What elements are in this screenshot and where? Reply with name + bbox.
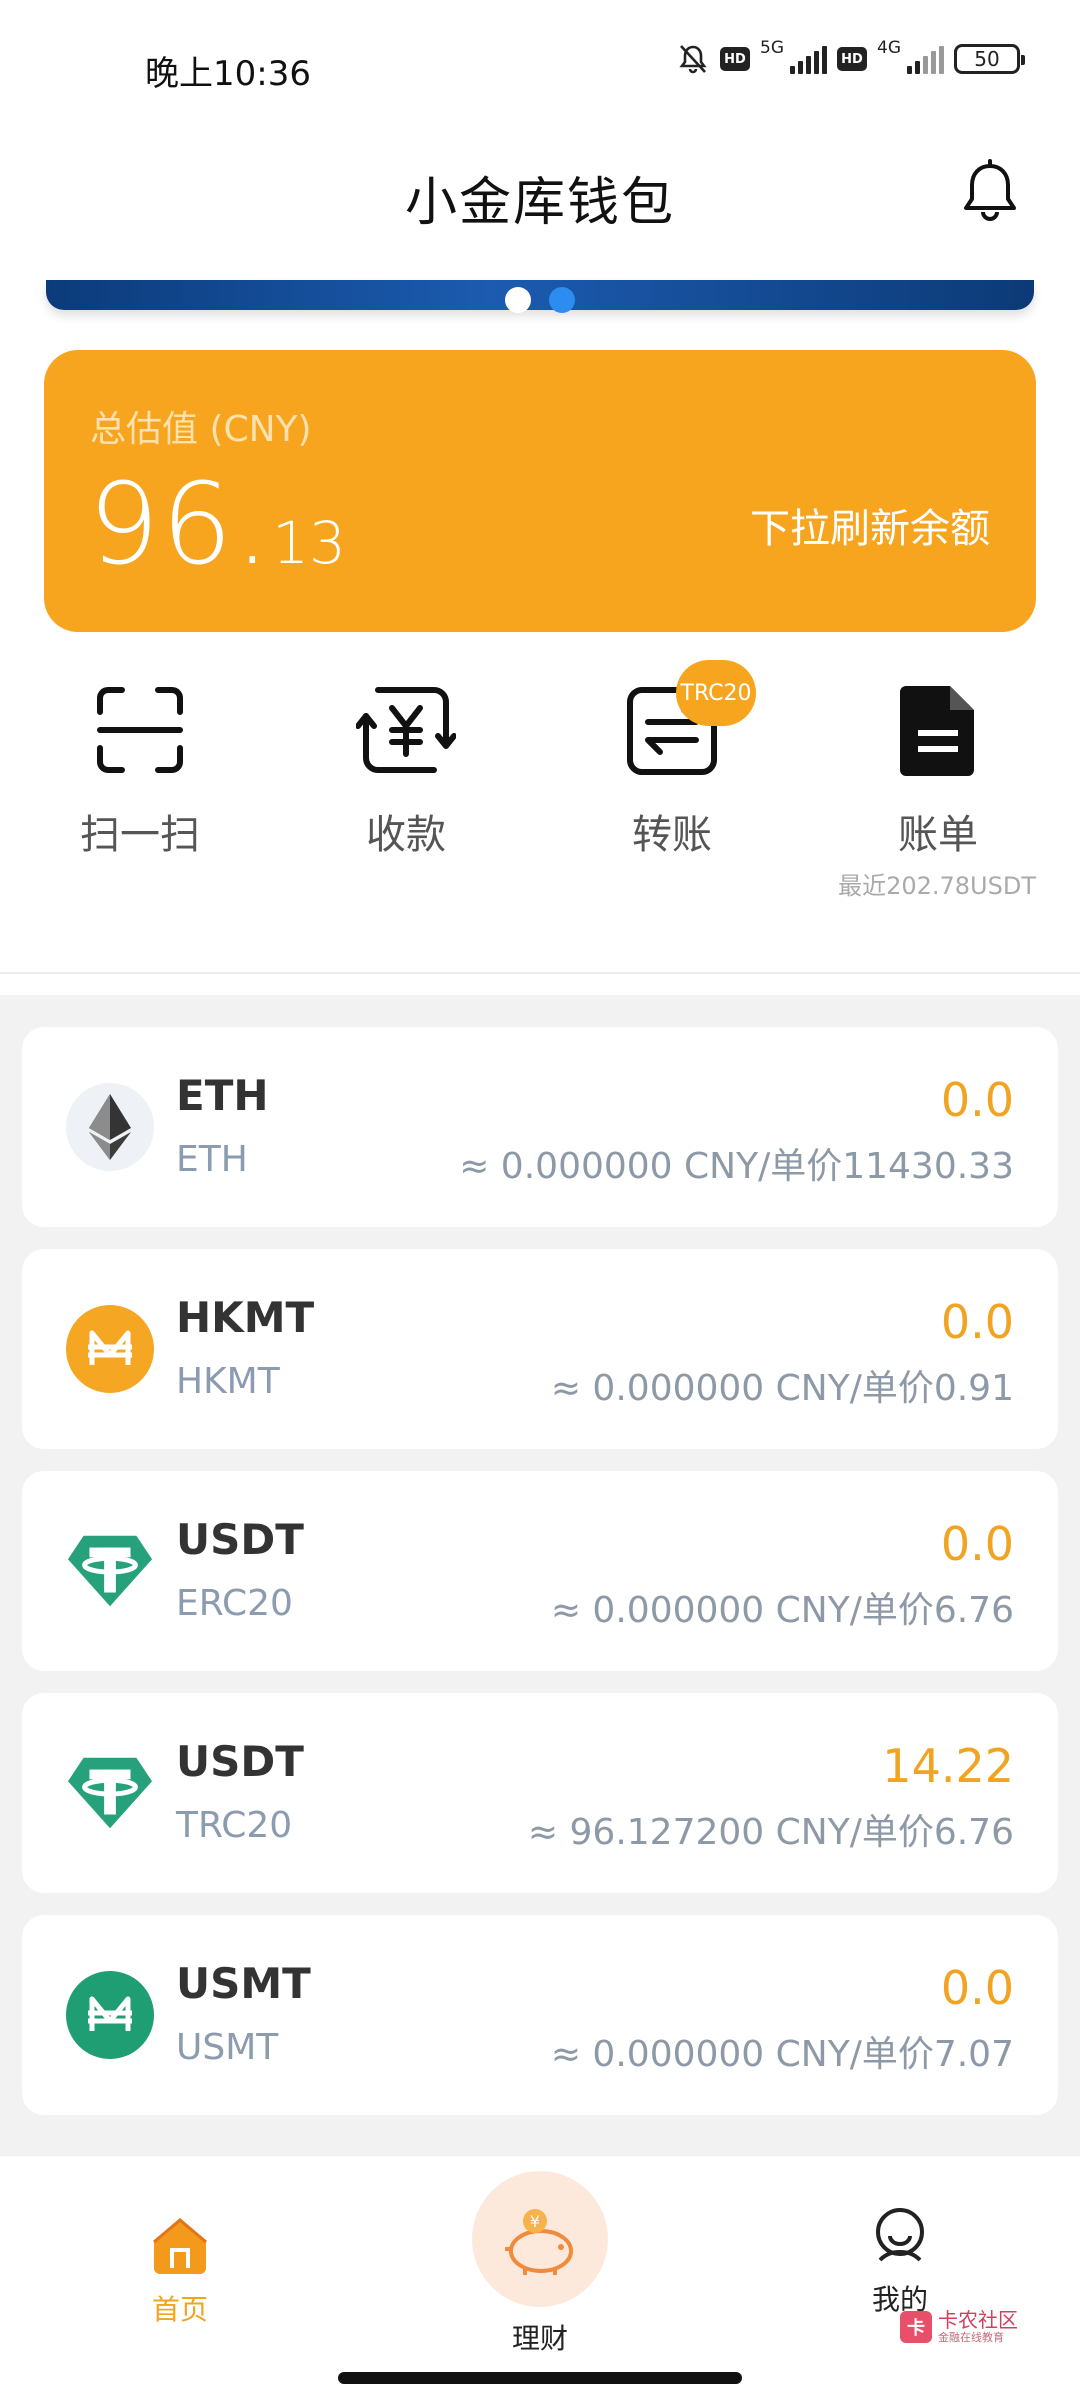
balance-label: 总估值 (CNY)	[90, 409, 312, 450]
carousel-dot[interactable]	[505, 287, 531, 313]
bill-label: 账单	[898, 812, 978, 858]
coin-cny-value: ≈ 0.000000 CNY/单价7.07	[550, 2034, 1014, 2075]
scan-icon	[90, 680, 190, 780]
coin-network: TRC20	[176, 1805, 293, 1846]
asset-row-usmt[interactable]: USMT USMT 0.0 ≈ 0.000000 CNY/单价7.07	[22, 1915, 1058, 2115]
carousel-dots	[0, 287, 1080, 313]
watermark-sub: 金融在线教育	[938, 2331, 1004, 2344]
coin-name: HKMT	[176, 1293, 315, 1342]
status-icons: HD 5G HD 4G 50	[676, 38, 1025, 76]
asset-row-usdt-trc20[interactable]: USDT TRC20 14.22 ≈ 96.127200 CNY/单价6.76	[22, 1693, 1058, 1893]
asset-row-hkmt[interactable]: HKMT HKMT 0.0 ≈ 0.000000 CNY/单价0.91	[22, 1249, 1058, 1449]
coin-amount: 14.22	[882, 1739, 1014, 1793]
piggy-bank-icon: ¥	[472, 2171, 608, 2307]
coin-cny-value: ≈ 96.127200 CNY/单价6.76	[527, 1812, 1014, 1853]
nav-finance[interactable]: ¥ 理财	[470, 2171, 610, 2357]
user-icon	[876, 2208, 924, 2262]
tether-icon	[66, 1527, 154, 1615]
coin-name: USDT	[176, 1515, 304, 1564]
yuan-receive-icon	[355, 680, 457, 780]
watermark: 卡 卡农社区 金融在线教育	[900, 2310, 1018, 2343]
scan-label: 扫一扫	[80, 812, 200, 858]
watermark-title: 卡农社区	[938, 2308, 1018, 2332]
refresh-hint: 下拉刷新余额	[750, 506, 990, 552]
hd-badge: HD	[720, 47, 750, 71]
trc20-badge: TRC20	[676, 660, 756, 726]
hd-badge-2: HD	[837, 47, 867, 71]
coin-name: USDT	[176, 1737, 304, 1786]
coin-cny-value: ≈ 0.000000 CNY/单价0.91	[550, 1368, 1014, 1409]
carousel-dot-active[interactable]	[549, 287, 575, 313]
home-icon	[153, 2218, 207, 2274]
document-icon	[888, 680, 988, 780]
watermark-logo-icon: 卡	[900, 2310, 932, 2343]
balance-value: 96.13	[88, 460, 346, 590]
notification-bell-icon[interactable]	[960, 158, 1020, 224]
coin-network: USMT	[176, 2027, 279, 2068]
coin-amount: 0.0	[940, 1073, 1014, 1127]
home-indicator[interactable]	[338, 2372, 742, 2384]
coin-cny-value: ≈ 0.000000 CNY/单价11430.33	[459, 1146, 1014, 1187]
eth-icon	[66, 1083, 154, 1171]
bill-button[interactable]: 账单	[828, 680, 1048, 860]
coin-network: ERC20	[176, 1583, 293, 1624]
hkmt-icon	[66, 1305, 154, 1393]
balance-integer: 96.	[88, 460, 273, 590]
coin-network: HKMT	[176, 1361, 280, 1402]
coin-name: USMT	[176, 1959, 311, 2008]
scan-button[interactable]: 扫一扫	[30, 680, 250, 860]
receive-label: 收款	[366, 812, 446, 858]
receive-button[interactable]: 收款	[296, 680, 516, 860]
recent-bill-note: 最近202.78USDT	[838, 872, 1036, 900]
battery-icon: 50	[954, 44, 1025, 74]
section-divider	[0, 972, 1080, 974]
asset-row-eth[interactable]: ETH ETH 0.0 ≈ 0.000000 CNY/单价11430.33	[22, 1027, 1058, 1227]
coin-name: ETH	[176, 1071, 269, 1120]
asset-row-usdt-erc20[interactable]: USDT ERC20 0.0 ≈ 0.000000 CNY/单价6.76	[22, 1471, 1058, 1671]
coin-amount: 0.0	[940, 1295, 1014, 1349]
coin-amount: 0.0	[940, 1517, 1014, 1571]
status-time: 晚上10:36	[145, 54, 311, 94]
signal-icon-2	[907, 44, 944, 74]
page-title: 小金库钱包	[404, 173, 675, 233]
status-bar: 晚上10:36 HD 5G HD 4G 50	[0, 0, 1080, 130]
nav-home-label: 首页	[151, 2293, 208, 2326]
bottom-nav: 首页 ¥ 理财 我的	[0, 2155, 1080, 2400]
network-4g-label: 4G	[877, 38, 901, 58]
coin-network: ETH	[176, 1139, 248, 1180]
tether-icon	[66, 1749, 154, 1837]
nav-mine[interactable]: 我的	[850, 2206, 950, 2318]
asset-list: ETH ETH 0.0 ≈ 0.000000 CNY/单价11430.33 HK…	[0, 995, 1080, 2155]
nav-finance-label: 理财	[511, 2322, 568, 2355]
coin-amount: 0.0	[940, 1961, 1014, 2015]
balance-decimal: 13	[272, 509, 346, 577]
nav-home[interactable]: 首页	[130, 2216, 230, 2328]
transfer-label: 转账	[632, 812, 712, 858]
signal-icon	[790, 44, 827, 74]
usmt-icon	[66, 1971, 154, 2059]
network-5g-label: 5G	[760, 38, 784, 58]
mute-bell-icon	[676, 42, 710, 76]
balance-card: 总估值 (CNY) 96.13 下拉刷新余额	[44, 350, 1036, 632]
coin-cny-value: ≈ 0.000000 CNY/单价6.76	[550, 1590, 1014, 1631]
svg-text:¥: ¥	[530, 2212, 540, 2231]
